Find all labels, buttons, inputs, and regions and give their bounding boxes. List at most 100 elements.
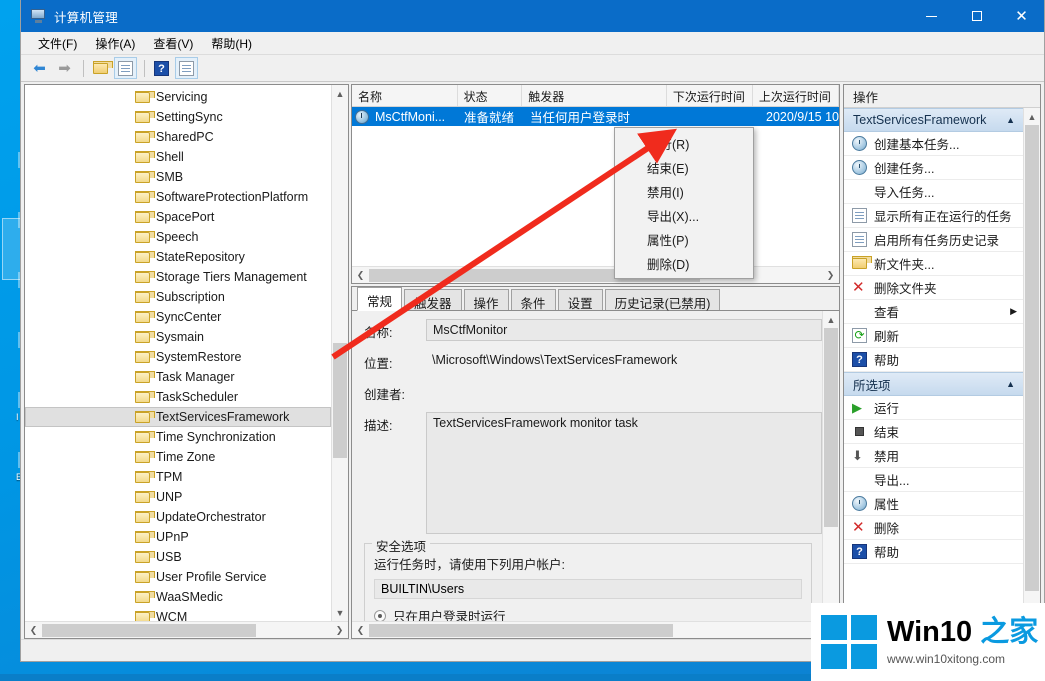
context-menu-item[interactable]: 运行(R) — [615, 131, 753, 155]
action-item[interactable]: ⟳刷新 — [844, 324, 1023, 348]
tree-item[interactable]: Time Synchronization — [25, 427, 331, 447]
action-item[interactable]: 创建基本任务... — [844, 132, 1023, 156]
tab-2[interactable]: 触发器 — [404, 289, 462, 310]
action-item[interactable]: 导入任务... — [844, 180, 1023, 204]
tree-item[interactable]: WCM — [25, 607, 331, 621]
actions-section-header[interactable]: 所选项▲ — [844, 372, 1023, 396]
context-menu-item[interactable]: 导出(X)... — [615, 203, 753, 227]
tree-hscroll-thumb[interactable] — [42, 624, 256, 637]
action-item[interactable]: 创建任务... — [844, 156, 1023, 180]
tree-item[interactable]: SettingSync — [25, 107, 331, 127]
context-menu-item[interactable]: 属性(P) — [615, 227, 753, 251]
scroll-left-icon[interactable]: ❮ — [25, 625, 42, 636]
tab-3[interactable]: 操作 — [464, 289, 509, 310]
context-menu-item[interactable]: 结束(E) — [615, 155, 753, 179]
tree-item[interactable]: SystemRestore — [25, 347, 331, 367]
menu-file[interactable]: 文件(F) — [29, 33, 86, 54]
forward-arrow-icon[interactable]: ➡ — [53, 57, 76, 79]
tab-5[interactable]: 设置 — [558, 289, 603, 310]
menu-view[interactable]: 查看(V) — [144, 33, 202, 54]
detail-hscroll-track[interactable] — [369, 623, 822, 638]
actions-section-header[interactable]: TextServicesFramework▲ — [844, 108, 1023, 132]
tree-item[interactable]: Storage Tiers Management — [25, 267, 331, 287]
task-hscroll-track[interactable] — [369, 268, 822, 283]
minimize-button[interactable] — [909, 0, 954, 32]
tree-hscroll-track[interactable] — [42, 623, 331, 638]
tab-1[interactable]: 常规 — [357, 287, 402, 311]
run-only-when-logged-on-option[interactable]: 只在用户登录时运行 — [374, 606, 802, 621]
close-button[interactable]: ✕ — [999, 0, 1044, 32]
actions-scroll-thumb[interactable] — [1025, 125, 1039, 591]
maximize-button[interactable] — [954, 0, 999, 32]
tree-vertical-scrollbar[interactable]: ▲ ▼ — [331, 85, 348, 621]
tree-item[interactable]: USB — [25, 547, 331, 567]
scroll-up-icon[interactable]: ▲ — [823, 311, 839, 328]
action-item[interactable]: 属性 — [844, 492, 1023, 516]
tree-item[interactable]: Time Zone — [25, 447, 331, 467]
scroll-up-icon[interactable]: ▲ — [332, 85, 348, 102]
column-header[interactable]: 下次运行时间 — [667, 85, 753, 106]
show-action-pane-icon[interactable] — [175, 57, 198, 79]
tree-item[interactable]: TPM — [25, 467, 331, 487]
tree-item[interactable]: StateRepository — [25, 247, 331, 267]
tree-scroll-thumb[interactable] — [333, 343, 347, 458]
tab-4[interactable]: 条件 — [511, 289, 556, 310]
tree-item[interactable]: UNP — [25, 487, 331, 507]
action-item[interactable]: ⬇禁用 — [844, 444, 1023, 468]
column-header[interactable]: 状态 — [458, 85, 523, 106]
action-item[interactable]: 查看▶ — [844, 300, 1023, 324]
tree-item[interactable]: SoftwareProtectionPlatform — [25, 187, 331, 207]
up-folder-icon[interactable] — [89, 57, 112, 79]
action-item[interactable]: 启用所有任务历史记录 — [844, 228, 1023, 252]
chevron-up-icon[interactable]: ▲ — [1006, 115, 1015, 125]
context-menu-item[interactable]: 禁用(I) — [615, 179, 753, 203]
action-item[interactable]: ?帮助 — [844, 348, 1023, 372]
tree-item[interactable]: TaskScheduler — [25, 387, 331, 407]
context-menu-item[interactable]: 删除(D) — [615, 251, 753, 275]
column-header[interactable]: 触发器 — [522, 85, 667, 106]
tree-item[interactable]: Shell — [25, 147, 331, 167]
action-item[interactable]: 新文件夹... — [844, 252, 1023, 276]
scroll-down-icon[interactable]: ▼ — [332, 604, 348, 621]
chevron-up-icon[interactable]: ▲ — [1006, 379, 1015, 389]
tab-6[interactable]: 历史记录(已禁用) — [605, 289, 721, 310]
detail-scroll-track[interactable] — [823, 328, 839, 604]
tree-item[interactable]: Sysmain — [25, 327, 331, 347]
menu-action[interactable]: 操作(A) — [86, 33, 144, 54]
scroll-up-icon[interactable]: ▲ — [1024, 108, 1040, 125]
scroll-right-icon[interactable]: ❯ — [822, 270, 839, 281]
tree-item[interactable]: SyncCenter — [25, 307, 331, 327]
actions-vertical-scrollbar[interactable]: ▲ ▼ — [1023, 108, 1040, 638]
tree-item[interactable]: User Profile Service — [25, 567, 331, 587]
action-item[interactable]: 结束 — [844, 420, 1023, 444]
menu-help[interactable]: 帮助(H) — [202, 33, 261, 54]
action-item[interactable]: 导出... — [844, 468, 1023, 492]
back-arrow-icon[interactable]: ⬅ — [28, 57, 51, 79]
action-item[interactable]: 显示所有正在运行的任务 — [844, 204, 1023, 228]
action-item[interactable]: ▶运行 — [844, 396, 1023, 420]
tree-item[interactable]: SMB — [25, 167, 331, 187]
tree-item[interactable]: WaaSMedic — [25, 587, 331, 607]
tree-item[interactable]: SpacePort — [25, 207, 331, 227]
tree-horizontal-scrollbar[interactable]: ❮ ❯ — [25, 621, 348, 638]
detail-hscroll-thumb[interactable] — [369, 624, 673, 637]
show-tree-pane-icon[interactable] — [114, 57, 137, 79]
tree-item[interactable]: UPnP — [25, 527, 331, 547]
action-item[interactable]: ✕删除文件夹 — [844, 276, 1023, 300]
tree-item[interactable]: Servicing — [25, 87, 331, 107]
detail-scroll-thumb[interactable] — [824, 328, 838, 527]
detail-vertical-scrollbar[interactable]: ▲ ▼ — [822, 311, 839, 621]
tree-scroll-track[interactable] — [332, 102, 348, 604]
tree-item[interactable]: SharedPC — [25, 127, 331, 147]
action-item[interactable]: ✕删除 — [844, 516, 1023, 540]
tree-item[interactable]: Subscription — [25, 287, 331, 307]
action-item[interactable]: ?帮助 — [844, 540, 1023, 564]
scroll-right-icon[interactable]: ❯ — [331, 625, 348, 636]
scroll-left-icon[interactable]: ❮ — [352, 625, 369, 636]
task-row[interactable]: MsCtfMoni...准备就绪当任何用户登录时2020/9/15 10:05 — [352, 107, 839, 126]
tree-item[interactable]: UpdateOrchestrator — [25, 507, 331, 527]
actions-scroll-track[interactable] — [1024, 125, 1040, 621]
help-icon[interactable]: ? — [150, 57, 173, 79]
column-header[interactable]: 上次运行时间 — [753, 85, 839, 106]
detail-horizontal-scrollbar[interactable]: ❮ ❯ — [352, 621, 839, 638]
